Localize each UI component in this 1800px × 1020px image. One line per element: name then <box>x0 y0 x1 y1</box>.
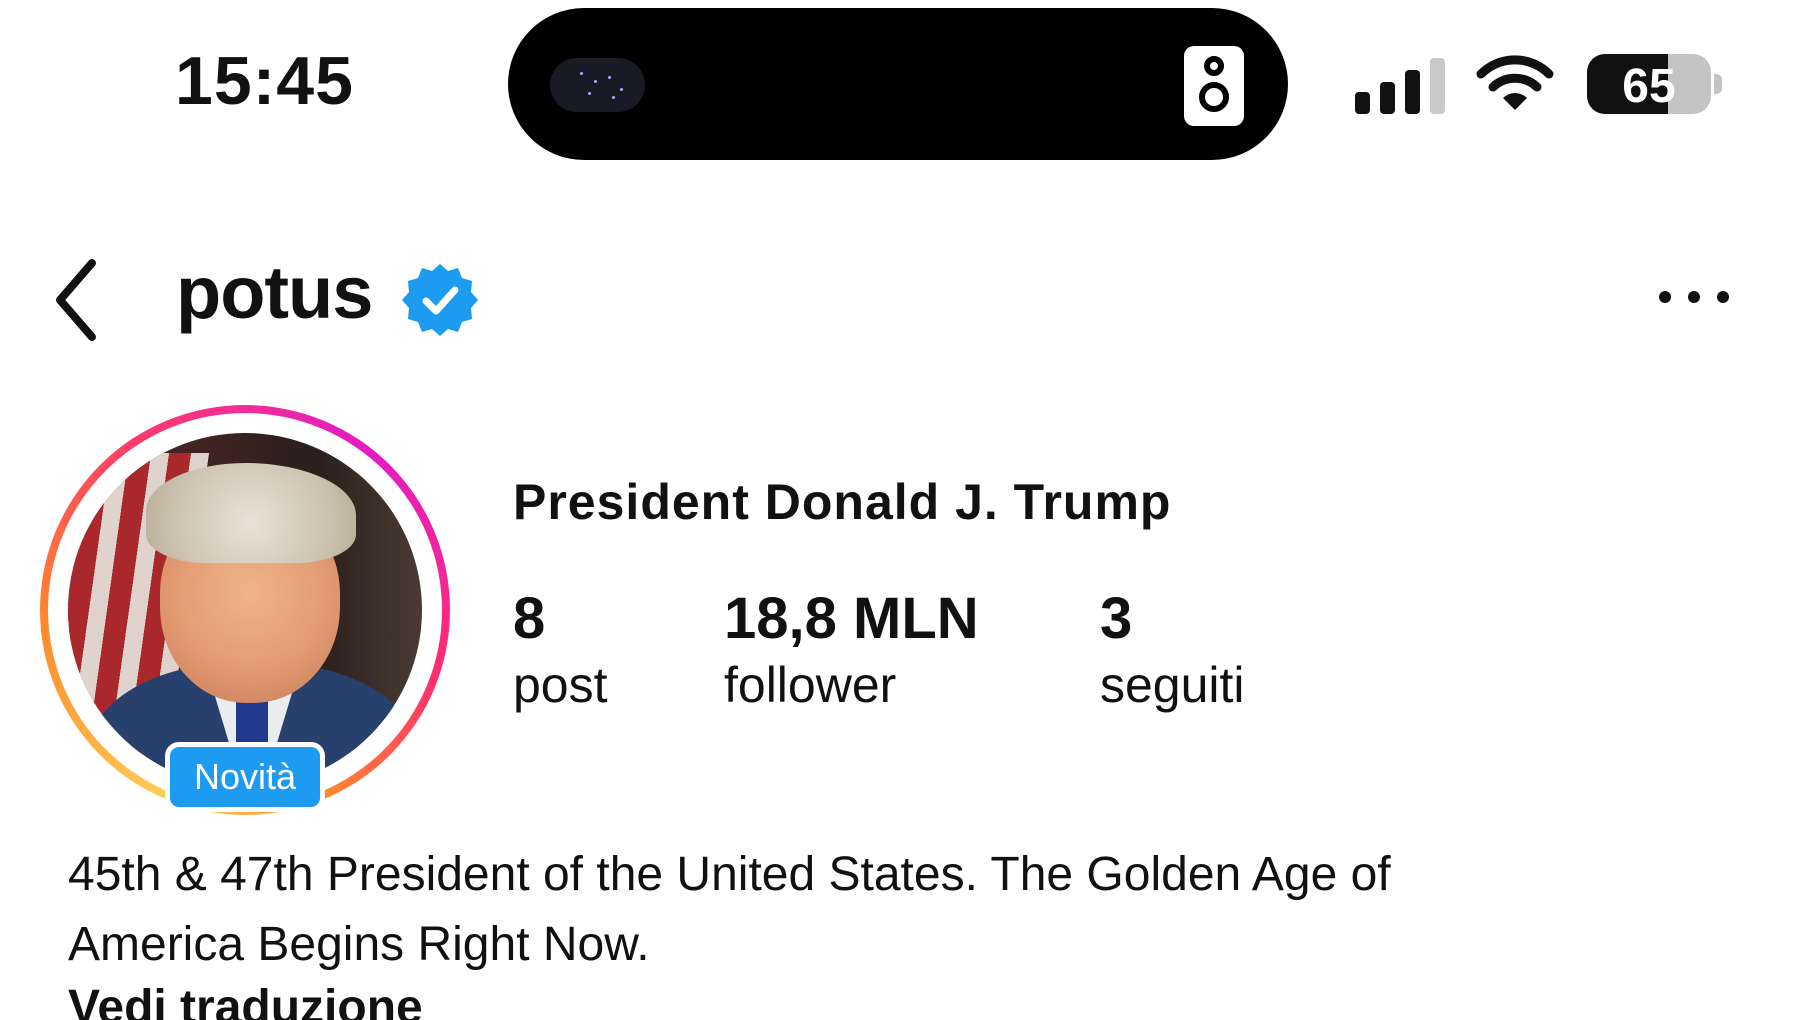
posts-count-label: post <box>513 657 608 713</box>
posts-count-value: 8 <box>513 586 546 651</box>
see-translation-link[interactable]: Vedi traduzione <box>68 980 423 1020</box>
following-count-label: seguiti <box>1100 657 1245 713</box>
wifi-icon <box>1476 55 1554 110</box>
status-time: 15:45 <box>175 43 354 119</box>
battery-indicator: 65 <box>1587 54 1711 114</box>
profile-username: potus <box>176 251 373 334</box>
battery-tip <box>1714 74 1722 94</box>
profile-avatar[interactable] <box>68 433 422 787</box>
followers-count-value: 18,8 MLN <box>724 586 979 651</box>
profile-bio: 45th & 47th President of the United Stat… <box>68 840 1688 980</box>
profile-display-name: President Donald J. Trump <box>513 474 1172 530</box>
chevron-left-icon[interactable] <box>50 255 105 345</box>
following-count[interactable]: 3 seguiti <box>1100 585 1245 714</box>
cellular-signal-icon <box>1355 58 1447 114</box>
dynamic-island[interactable] <box>508 8 1288 160</box>
following-count-value: 3 <box>1100 586 1133 651</box>
verified-badge-icon <box>402 264 478 336</box>
more-horizontal-icon[interactable] <box>1655 285 1733 309</box>
posts-count[interactable]: 8 post <box>513 585 608 714</box>
speaker-icon <box>1184 46 1244 126</box>
bio-line: 45th & 47th President of the United Stat… <box>68 848 1391 901</box>
bio-line: America Begins Right Now. <box>68 918 650 971</box>
profile-screen: 15:45 65 potus Novità President Donald J… <box>0 0 1800 1020</box>
battery-percentage: 65 <box>1622 60 1676 113</box>
live-activity-thumbnail <box>550 58 645 112</box>
followers-count-label: follower <box>724 657 897 713</box>
new-story-badge[interactable]: Novità <box>165 742 325 812</box>
followers-count[interactable]: 18,8 MLN follower <box>724 585 979 714</box>
